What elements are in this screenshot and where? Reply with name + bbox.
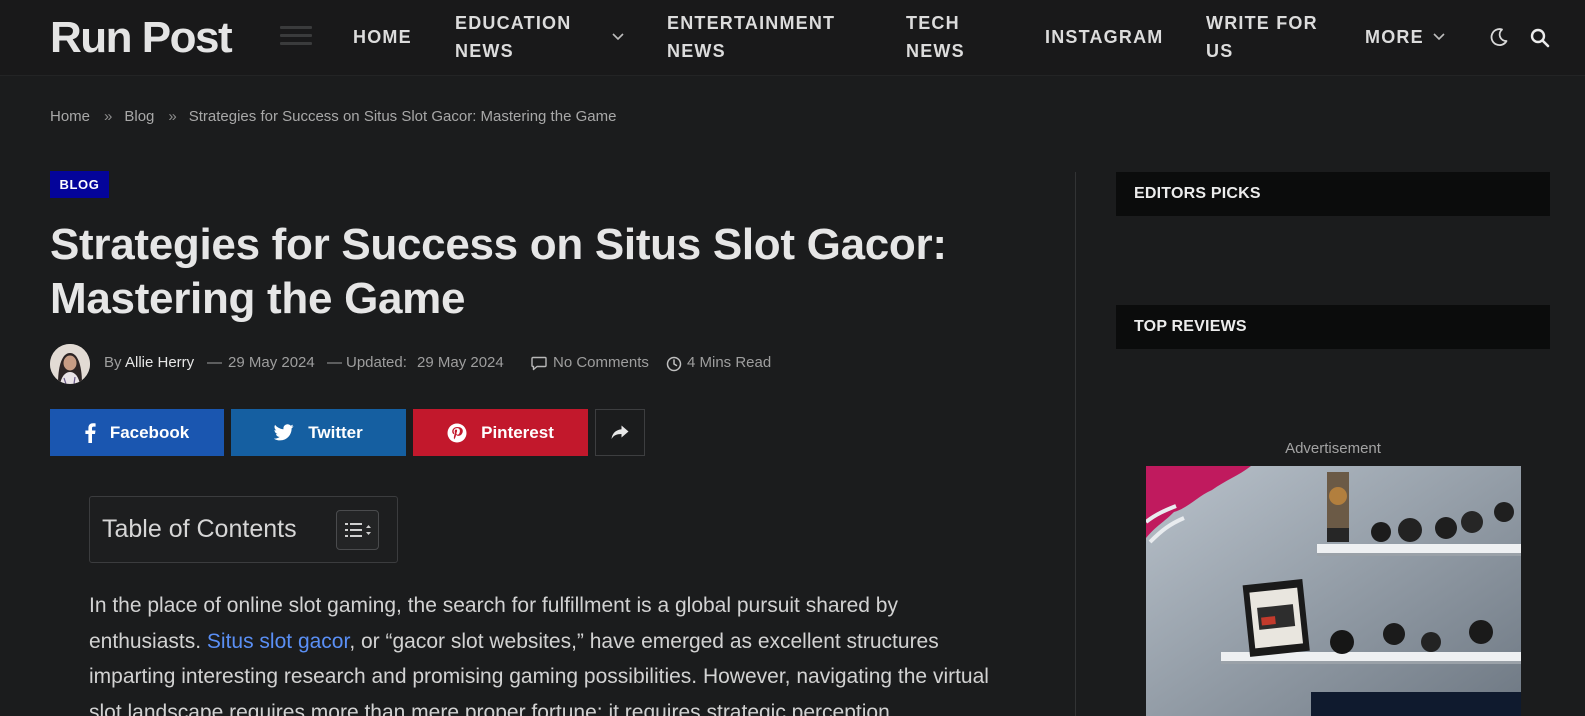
meta-by: By bbox=[104, 354, 122, 371]
category-badge[interactable]: BLOG bbox=[50, 171, 109, 198]
moon-icon[interactable] bbox=[1489, 27, 1509, 47]
nav-entertainment-news[interactable]: ENTERTAINMENT NEWS bbox=[667, 9, 835, 65]
comments-link[interactable]: No Comments bbox=[553, 354, 649, 371]
twitter-icon bbox=[274, 424, 294, 441]
facebook-icon bbox=[85, 422, 96, 443]
chevron-down-icon[interactable] bbox=[612, 33, 624, 41]
author-link[interactable]: Allie Herry bbox=[125, 354, 194, 371]
nav-write-for-us[interactable]: WRITE FOR US bbox=[1206, 9, 1318, 65]
breadcrumb: Home » Blog » Strategies for Success on Situ… bbox=[50, 108, 624, 125]
nav-instagram[interactable]: INSTAGRAM bbox=[1045, 23, 1163, 51]
sidebar-divider bbox=[1075, 172, 1076, 716]
nav-tech-news[interactable]: TECH NEWS bbox=[906, 9, 965, 65]
article-body: In the place of online slot gaming, the … bbox=[89, 594, 989, 716]
share-icon bbox=[611, 425, 629, 439]
updated-date: 29 May 2024 bbox=[417, 354, 504, 371]
nav-more[interactable]: MORE bbox=[1365, 23, 1424, 51]
updated-label: Updated: bbox=[346, 354, 407, 371]
post-meta: By Allie Herry — 29 May 2024 — Updated: … bbox=[50, 344, 950, 384]
breadcrumb-separator: » bbox=[168, 108, 177, 125]
breadcrumb-separator: » bbox=[104, 108, 113, 125]
read-time: 4 Mins Read bbox=[687, 354, 772, 371]
site-header: Run Post HOME EDUCATION NEWS ENTERTAINME… bbox=[0, 0, 1585, 76]
toc-title: Table of Contents bbox=[102, 515, 297, 543]
share-twitter-button[interactable]: Twitter bbox=[231, 409, 406, 456]
share-facebook-button[interactable]: Facebook bbox=[50, 409, 224, 456]
breadcrumb-home[interactable]: Home bbox=[50, 108, 90, 125]
clock-icon bbox=[666, 356, 682, 372]
publish-date: 29 May 2024 bbox=[228, 354, 315, 371]
breadcrumb-current: Strategies for Success on Situs Slot Gac… bbox=[188, 108, 617, 125]
advertisement-label: Advertisement bbox=[1285, 440, 1381, 457]
breadcrumb-blog[interactable]: Blog bbox=[124, 108, 154, 125]
top-reviews-heading: TOP REVIEWS bbox=[1116, 305, 1550, 349]
editors-picks-heading: EDITORS PICKS bbox=[1116, 172, 1550, 216]
avatar[interactable] bbox=[50, 344, 90, 384]
chevron-down-icon[interactable] bbox=[1433, 33, 1445, 41]
share-more-button[interactable] bbox=[595, 409, 645, 456]
pinterest-icon bbox=[447, 423, 467, 442]
meta-dash: — bbox=[327, 354, 342, 371]
nav-home[interactable]: HOME bbox=[353, 23, 412, 51]
nav-education-news[interactable]: EDUCATION NEWS bbox=[455, 9, 571, 65]
search-icon[interactable] bbox=[1530, 28, 1550, 48]
situs-slot-gacor-link[interactable]: Situs slot gacor bbox=[207, 630, 349, 653]
toc-toggle-button[interactable] bbox=[336, 510, 379, 550]
advertisement-image[interactable] bbox=[1146, 466, 1521, 716]
page-title: Strategies for Success on Situs Slot Gac… bbox=[50, 220, 947, 323]
share-pinterest-button[interactable]: Pinterest bbox=[413, 409, 588, 456]
menu-icon[interactable] bbox=[280, 26, 312, 48]
comment-icon bbox=[531, 356, 547, 371]
site-logo[interactable]: Run Post bbox=[50, 10, 233, 66]
list-toggle-icon bbox=[345, 523, 371, 537]
meta-dash: — bbox=[207, 354, 222, 371]
table-of-contents: Table of Contents bbox=[89, 496, 398, 563]
